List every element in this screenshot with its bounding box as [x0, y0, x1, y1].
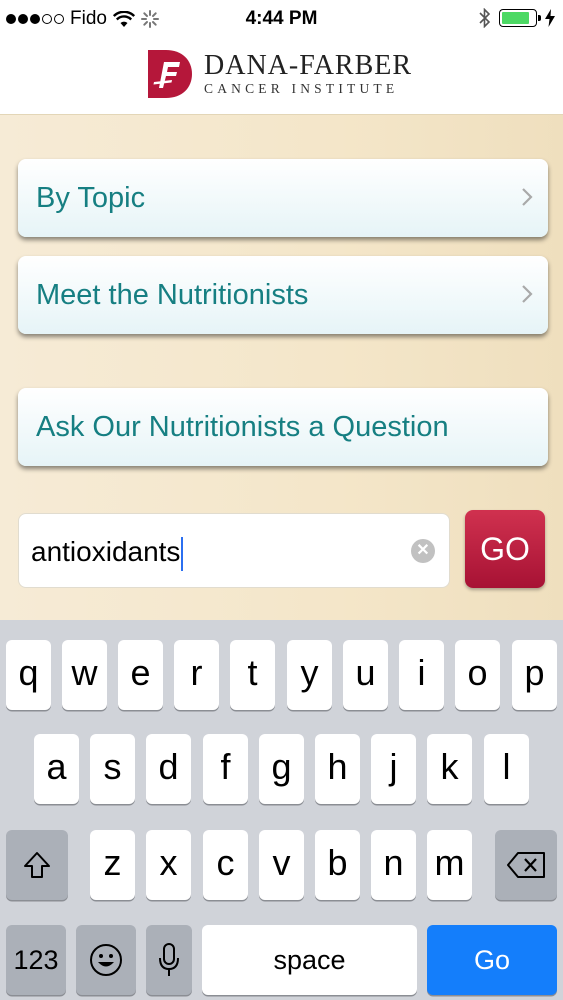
logo-title: DANA-FARBER [204, 50, 413, 81]
emoji-icon [90, 944, 122, 976]
key-s[interactable]: s [90, 734, 135, 804]
bluetooth-icon [479, 8, 491, 28]
key-w[interactable]: w [62, 640, 107, 710]
chevron-right-icon [522, 188, 533, 206]
key-t[interactable]: t [230, 640, 275, 710]
key-h[interactable]: h [315, 734, 360, 804]
meet-nutritionists-button[interactable]: Meet the Nutritionists [18, 256, 548, 334]
shift-key[interactable] [6, 830, 68, 900]
shift-arrow-icon [24, 852, 50, 878]
key-u[interactable]: u [343, 640, 388, 710]
ask-question-label: Ask Our Nutritionists a Question [36, 411, 449, 443]
key-m[interactable]: m [427, 830, 472, 900]
status-bar: Fido 4:44 PM [0, 0, 563, 38]
logo-text: DANA-FARBER CANCER INSTITUTE [204, 51, 412, 97]
app-header: DANA-FARBER CANCER INSTITUTE [0, 38, 563, 115]
space-key[interactable]: space [202, 925, 417, 995]
key-d[interactable]: d [146, 734, 191, 804]
emoji-key[interactable] [76, 925, 136, 995]
key-l[interactable]: l [484, 734, 529, 804]
search-input[interactable]: antioxidants ✕ [18, 513, 450, 588]
main-content: By Topic Meet the Nutritionists Ask Our … [0, 115, 563, 620]
dana-farber-logo-icon [148, 50, 192, 98]
charging-bolt-icon [545, 9, 555, 27]
key-q[interactable]: q [6, 640, 51, 710]
key-a[interactable]: a [34, 734, 79, 804]
backspace-icon [507, 852, 545, 878]
numbers-key[interactable]: 123 [6, 925, 66, 995]
key-g[interactable]: g [259, 734, 304, 804]
key-i[interactable]: i [399, 640, 444, 710]
status-right [479, 8, 555, 28]
chevron-right-icon [522, 285, 533, 303]
key-z[interactable]: z [90, 830, 135, 900]
key-c[interactable]: c [203, 830, 248, 900]
text-cursor [181, 536, 184, 571]
key-f[interactable]: f [203, 734, 248, 804]
search-text: antioxidants [31, 536, 181, 567]
key-x[interactable]: x [146, 830, 191, 900]
dana-farber-logo: DANA-FARBER CANCER INSTITUTE [142, 48, 412, 100]
key-r[interactable]: r [174, 640, 219, 710]
search-input-value: antioxidants [31, 514, 184, 589]
key-n[interactable]: n [371, 830, 416, 900]
key-p[interactable]: p [512, 640, 557, 710]
by-topic-label: By Topic [36, 182, 146, 214]
key-b[interactable]: b [315, 830, 360, 900]
key-v[interactable]: v [259, 830, 304, 900]
keyboard-go-key[interactable]: Go [427, 925, 557, 995]
go-button[interactable]: GO [465, 510, 545, 588]
key-o[interactable]: o [455, 640, 500, 710]
clear-search-icon[interactable]: ✕ [411, 539, 435, 563]
key-j[interactable]: j [371, 734, 416, 804]
key-k[interactable]: k [427, 734, 472, 804]
dictation-key[interactable] [146, 925, 192, 995]
meet-nutritionists-label: Meet the Nutritionists [36, 279, 309, 311]
key-e[interactable]: e [118, 640, 163, 710]
key-y[interactable]: y [287, 640, 332, 710]
by-topic-button[interactable]: By Topic [18, 159, 548, 237]
backspace-key[interactable] [495, 830, 557, 900]
ask-question-button[interactable]: Ask Our Nutritionists a Question [18, 388, 548, 466]
battery-level [502, 12, 530, 24]
on-screen-keyboard: q w e r t y u i o p a s d f g h j k l z … [0, 620, 563, 1000]
logo-subtitle: CANCER INSTITUTE [204, 81, 399, 96]
battery-icon [499, 9, 541, 27]
microphone-icon [159, 943, 179, 976]
